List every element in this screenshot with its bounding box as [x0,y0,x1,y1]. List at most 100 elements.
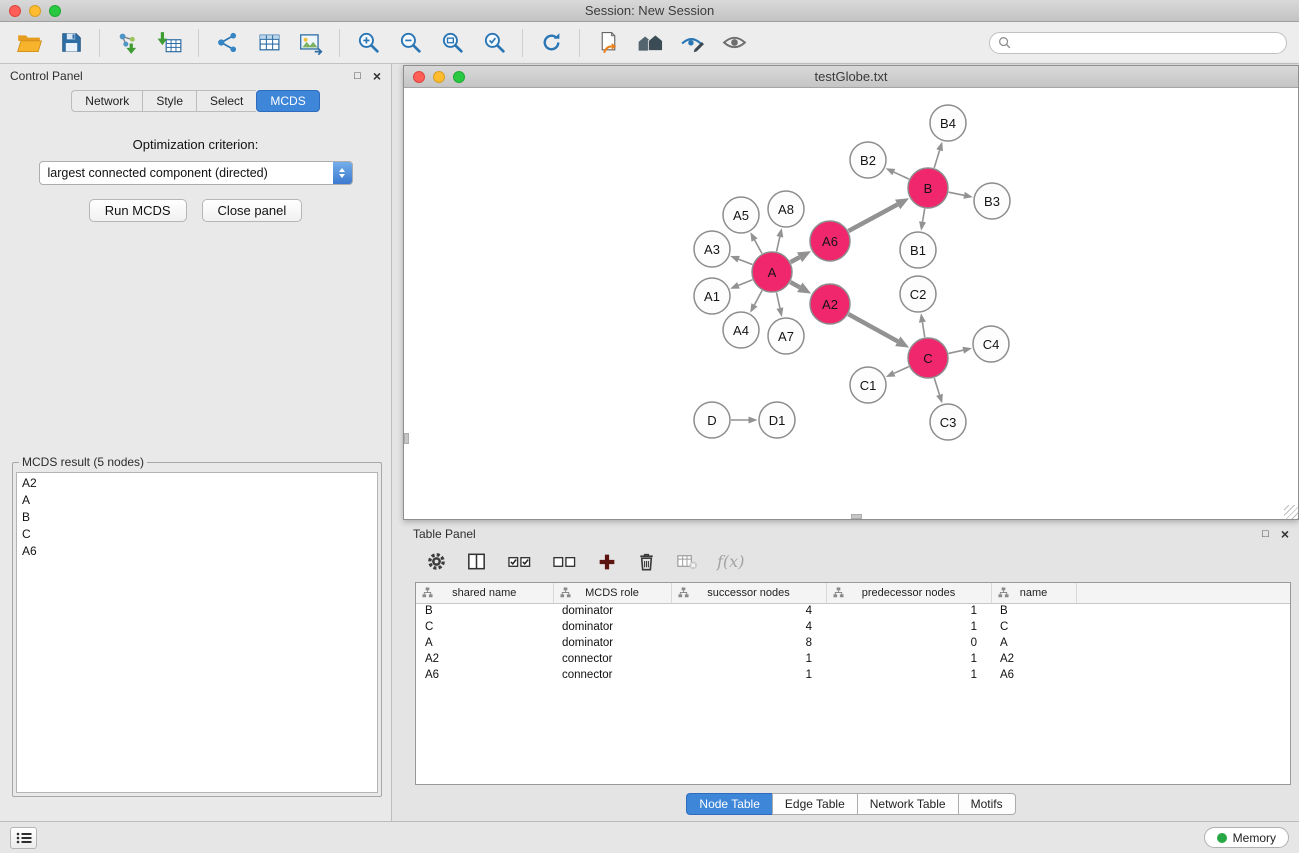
new-network-button[interactable] [206,25,248,61]
graph-node-B4[interactable]: B4 [930,105,966,141]
network-canvas[interactable]: AA2A6BCA1A3A4A5A7A8B1B2B3B4C1C2C3C4DD1 [404,88,1298,519]
zoom-out-button[interactable] [389,25,431,61]
edge-A-A8[interactable] [776,228,783,251]
edge-A-A6[interactable] [791,251,812,262]
table-row[interactable]: A2connector11A2 [416,651,1290,667]
minimize-window-button[interactable] [29,5,41,17]
zoom-fit-button[interactable] [431,25,473,61]
edge-A-A7[interactable] [776,293,783,317]
table-row[interactable]: A6connector11A6 [416,667,1290,683]
tab-network[interactable]: Network [71,90,142,112]
select-all-columns-button[interactable] [503,548,535,575]
criterion-dropdown[interactable]: largest connected component (directed) [39,161,353,185]
edge-A2-C[interactable] [848,314,909,347]
graph-node-C2[interactable]: C2 [900,276,936,312]
function-builder-button[interactable]: f(x) [717,552,744,571]
tab-motifs[interactable]: Motifs [958,793,1016,815]
edge-A-A3[interactable] [730,256,752,265]
edge-C-C1[interactable] [886,367,909,377]
graph-node-C4[interactable]: C4 [973,326,1009,362]
graph-node-C3[interactable]: C3 [930,404,966,440]
delete-columns-button[interactable] [633,548,660,575]
mcds-result-item[interactable]: C [17,526,377,543]
graph-node-A3[interactable]: A3 [694,231,730,267]
close-panel-icon[interactable]: × [373,70,381,82]
edge-B-B3[interactable] [949,192,973,199]
graph-node-A2[interactable]: A2 [810,284,850,324]
edge-A-A4[interactable] [750,291,762,313]
export-image-button[interactable] [290,25,332,61]
edge-A-A5[interactable] [750,232,762,253]
mcds-result-item[interactable]: A [17,492,377,509]
table-settings-button[interactable] [423,548,450,575]
zoom-selected-button[interactable] [473,25,515,61]
horizontal-scroll-thumb[interactable] [851,514,862,519]
graph-node-A7[interactable]: A7 [768,318,804,354]
node-table[interactable]: shared nameMCDS rolesuccessor nodesprede… [415,582,1291,785]
import-table-button[interactable] [149,25,191,61]
close-table-panel-icon[interactable]: × [1281,528,1289,540]
edge-C-C3[interactable] [934,378,943,403]
open-session-button[interactable] [8,25,50,61]
task-history-button[interactable] [10,827,37,849]
unselect-all-columns-button[interactable] [548,548,580,575]
show-columns-button[interactable] [463,548,490,575]
close-panel-button[interactable]: Close panel [202,199,303,222]
edge-D-D1[interactable] [731,417,758,424]
edge-B-B2[interactable] [886,168,909,179]
open-recent-session-button[interactable] [587,25,629,61]
mcds-result-item[interactable]: A6 [17,543,377,560]
graph-node-A[interactable]: A [752,252,792,292]
mcds-result-item[interactable]: A2 [17,475,377,492]
network-zoom-button[interactable] [453,71,465,83]
graph-node-B2[interactable]: B2 [850,142,886,178]
mcds-result-list[interactable]: A2ABCA6 [16,472,378,793]
home-button[interactable] [629,25,671,61]
resize-grip[interactable] [1284,505,1298,519]
network-close-button[interactable] [413,71,425,83]
graph-node-B3[interactable]: B3 [974,183,1010,219]
zoom-in-button[interactable] [347,25,389,61]
graph-node-A4[interactable]: A4 [723,312,759,348]
graph-node-A5[interactable]: A5 [723,197,759,233]
tab-network-table[interactable]: Network Table [857,793,958,815]
edge-A6-B[interactable] [848,198,909,231]
tab-edge-table[interactable]: Edge Table [772,793,857,815]
edge-A-A2[interactable] [790,282,811,293]
column-header-shared-name[interactable]: shared name [416,583,553,603]
edge-C-C4[interactable] [948,347,971,354]
import-network-button[interactable] [107,25,149,61]
save-session-button[interactable] [50,25,92,61]
table-row[interactable]: Bdominator41B [416,603,1290,619]
delete-table-button[interactable] [673,548,700,575]
edge-C-C2[interactable] [919,313,926,337]
close-window-button[interactable] [9,5,21,17]
zoom-window-button[interactable] [49,5,61,17]
tab-mcds[interactable]: MCDS [256,90,319,112]
show-graphics-details-button[interactable] [713,25,755,61]
apply-style-button[interactable] [671,25,713,61]
create-new-column-button[interactable] [593,548,620,575]
memory-button[interactable]: Memory [1204,827,1289,848]
table-row[interactable]: Cdominator41C [416,619,1290,635]
new-table-button[interactable] [248,25,290,61]
graph-node-D[interactable]: D [694,402,730,438]
graph-node-D1[interactable]: D1 [759,402,795,438]
mcds-result-item[interactable]: B [17,509,377,526]
column-header-mcds-role[interactable]: MCDS role [553,583,671,603]
edge-A-A1[interactable] [730,280,752,289]
run-mcds-button[interactable]: Run MCDS [89,199,187,222]
tab-select[interactable]: Select [196,90,256,112]
edge-B-B4[interactable] [934,142,943,168]
column-header-successor-nodes[interactable]: successor nodes [671,583,826,603]
graph-node-C1[interactable]: C1 [850,367,886,403]
column-header-predecessor-nodes[interactable]: predecessor nodes [826,583,991,603]
tab-style[interactable]: Style [142,90,196,112]
graph-node-C[interactable]: C [908,338,948,378]
search-input[interactable] [1016,36,1278,50]
graph-node-A1[interactable]: A1 [694,278,730,314]
search-box[interactable] [989,32,1287,54]
refresh-view-button[interactable] [530,25,572,61]
vertical-scroll-thumb[interactable] [404,433,409,444]
graph-node-A6[interactable]: A6 [810,221,850,261]
